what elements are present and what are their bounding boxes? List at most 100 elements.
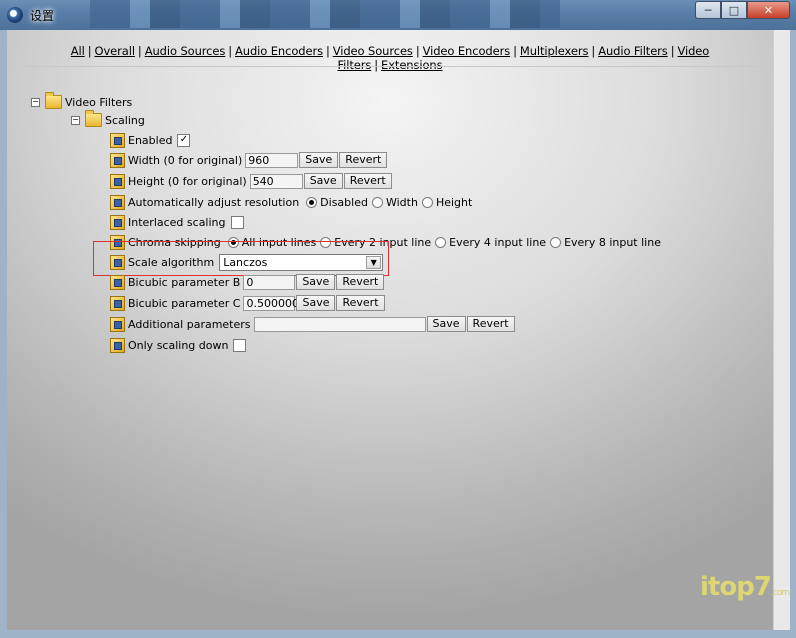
setting-label: Only scaling down	[128, 338, 229, 352]
nav-separator: |	[87, 44, 92, 58]
tree-node-label[interactable]: Video Filters	[65, 96, 132, 109]
nav-separator: |	[670, 44, 675, 58]
radio-height[interactable]	[421, 196, 433, 208]
setting-height: Height (0 for original) 540 Save Revert	[110, 172, 392, 190]
only-scaling-down-checkbox[interactable]	[233, 338, 247, 352]
nav-link-extensions[interactable]: Extensions	[381, 58, 443, 72]
minimize-button[interactable]: ─	[695, 1, 721, 19]
width-save-button[interactable]: Save	[299, 152, 339, 168]
nav-separator: |	[228, 44, 233, 58]
interlaced-checkbox[interactable]	[230, 215, 244, 229]
nav-link-video-sources[interactable]: Video Sources	[333, 44, 413, 58]
tree-node-video-filters: − Video Filters	[31, 92, 135, 111]
setting-icon	[110, 316, 125, 332]
watermark-logo: itop7.com	[700, 572, 790, 602]
radio-label: Every 2 input line	[334, 235, 432, 249]
radio-every-4-input-line[interactable]	[435, 236, 447, 248]
nav-separator: |	[325, 44, 330, 58]
setting-label: Interlaced scaling	[128, 215, 226, 229]
setting-icon	[110, 295, 125, 311]
nav-link-audio-sources[interactable]: Audio Sources	[145, 44, 226, 58]
setting-label: Automatically adjust resolution	[128, 195, 300, 209]
setting-auto-adjust-resolution: Automatically adjust resolution Disabled…	[110, 193, 472, 211]
additional-parameters-input[interactable]	[253, 316, 426, 332]
chevron-down-icon[interactable]: ▼	[366, 255, 382, 269]
bicubic-b-input[interactable]: 0	[243, 274, 296, 290]
setting-interlaced-scaling: Interlaced scaling	[110, 213, 244, 231]
enabled-checkbox[interactable]: ✓	[177, 133, 191, 147]
height-input[interactable]: 540	[249, 173, 303, 189]
additional-revert-button[interactable]: Revert	[466, 316, 515, 332]
collapse-toggle[interactable]: −	[31, 97, 40, 107]
title-bar: 设置 ─ □ ✕	[0, 0, 796, 30]
radio-label: Every 8 input line	[564, 235, 661, 249]
radio-width[interactable]	[371, 196, 383, 208]
setting-label: Bicubic parameter C	[128, 296, 241, 310]
setting-label: Enabled	[128, 133, 173, 147]
nav-separator: |	[415, 44, 420, 58]
category-nav: All | Overall | Audio Sources | Audio Encoders…	[67, 44, 713, 72]
setting-icon	[110, 173, 125, 189]
setting-icon	[110, 234, 125, 250]
vertical-scrollbar[interactable]	[773, 30, 790, 630]
folder-icon	[85, 110, 102, 127]
width-revert-button[interactable]: Revert	[339, 152, 388, 168]
radio-every-2-input-line[interactable]	[320, 236, 332, 248]
bicubic-c-save-button[interactable]: Save	[296, 295, 336, 311]
width-input[interactable]: 960	[245, 152, 299, 168]
bicubic-c-revert-button[interactable]: Revert	[336, 295, 385, 311]
setting-icon	[110, 214, 125, 230]
bicubic-b-revert-button[interactable]: Revert	[336, 274, 385, 290]
tree-node-label[interactable]: Scaling	[105, 114, 145, 127]
bicubic-c-input[interactable]: 0.500000	[243, 295, 299, 311]
settings-panel: All | Overall | Audio Sources | Audio Encoders…	[7, 30, 773, 630]
nav-separator: |	[591, 44, 596, 58]
radio-disabled[interactable]	[306, 196, 318, 208]
setting-chroma-skipping: Chroma skipping All input lines Every 2 …	[110, 233, 661, 251]
close-button[interactable]: ✕	[747, 1, 790, 19]
nav-link-video-encoders[interactable]: Video Encoders	[423, 44, 511, 58]
height-revert-button[interactable]: Revert	[343, 173, 392, 189]
nav-divider	[21, 66, 761, 67]
setting-label: Chroma skipping	[128, 235, 221, 249]
setting-icon	[110, 152, 125, 168]
setting-icon	[110, 194, 125, 210]
radio-label: Every 4 input line	[449, 235, 547, 249]
setting-enabled: Enabled ✓	[110, 131, 191, 149]
setting-label: Width (0 for original)	[128, 153, 243, 167]
radio-every-8-input-line[interactable]	[550, 236, 562, 248]
setting-label: Scale algorithm	[128, 255, 215, 269]
nav-link-audio-filters[interactable]: Audio Filters	[598, 44, 668, 58]
additional-save-button[interactable]: Save	[426, 316, 466, 332]
radio-all-input-lines[interactable]	[227, 236, 239, 248]
radio-label: Height	[435, 195, 473, 209]
height-save-button[interactable]: Save	[303, 173, 343, 189]
nav-link-audio-encoders[interactable]: Audio Encoders	[235, 44, 323, 58]
setting-additional-parameters: Additional parameters Save Revert	[110, 315, 515, 333]
tree-node-scaling: − Scaling	[71, 110, 148, 129]
setting-label: Additional parameters	[128, 317, 251, 331]
dropdown-value: Lanczos	[223, 255, 268, 269]
setting-icon	[110, 132, 125, 148]
setting-only-scaling-down: Only scaling down	[110, 336, 247, 354]
setting-label: Height (0 for original)	[128, 174, 247, 188]
window-title: 设置	[30, 9, 55, 23]
nav-link-multiplexers[interactable]: Multiplexers	[520, 44, 589, 58]
setting-label: Bicubic parameter B	[128, 275, 241, 289]
collapse-toggle[interactable]: −	[71, 115, 80, 125]
setting-scale-algorithm: Scale algorithm Lanczos ▼	[110, 253, 384, 271]
nav-link-overall[interactable]: Overall	[95, 44, 136, 58]
setting-icon	[110, 254, 125, 270]
radio-label: Width	[385, 195, 418, 209]
setting-icon	[110, 274, 125, 290]
window-controls: ─ □ ✕	[695, 1, 790, 19]
nav-link-all[interactable]: All	[71, 44, 85, 58]
title-bar-background	[90, 0, 560, 28]
scale-algorithm-dropdown[interactable]: Lanczos ▼	[219, 253, 384, 271]
radio-label: Disabled	[320, 195, 368, 209]
setting-bicubic-parameter-c: Bicubic parameter C 0.500000 Save Revert	[110, 294, 385, 312]
setting-icon	[110, 337, 125, 353]
bicubic-b-save-button[interactable]: Save	[296, 274, 336, 290]
maximize-button[interactable]: □	[721, 1, 747, 19]
watermark-main: itop7	[700, 572, 772, 602]
